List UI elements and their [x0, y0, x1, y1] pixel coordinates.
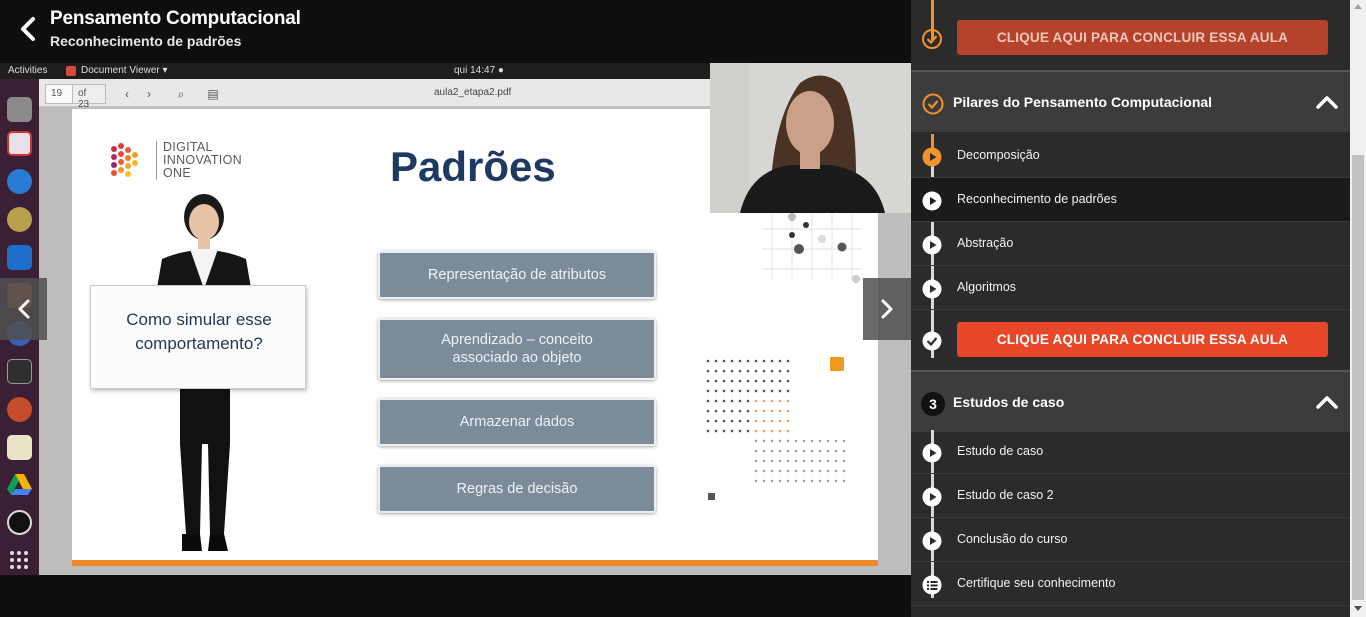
- chevron-up-icon[interactable]: [1315, 394, 1339, 410]
- lesson-label: Estudo de caso 2: [957, 488, 1054, 502]
- prev-page-icon: ‹: [125, 87, 129, 101]
- previous-section-footer: CLIQUE AQUI PARA CONCLUIR ESSA AULA: [911, 0, 1350, 70]
- lesson-label: Decomposição: [957, 148, 1040, 162]
- section-complete-icon: [922, 93, 944, 115]
- section-header-pilares[interactable]: Pilares do Pensamento Computacional: [911, 70, 1350, 132]
- lesson-item-reconhecimento[interactable]: Reconhecimento de padrões: [911, 178, 1350, 222]
- page-number-input: 19: [45, 84, 73, 104]
- drive-icon: [7, 472, 32, 497]
- sign-board: Como simular esse comportamento?: [90, 285, 306, 389]
- play-icon: [922, 235, 942, 255]
- decorative-circles-icon: [762, 209, 862, 283]
- obs-icon: [7, 510, 32, 535]
- logo-text: DIGITAL INNOVATION ONE: [156, 141, 246, 180]
- chevron-right-icon: [881, 299, 893, 319]
- lesson-item-abstracao[interactable]: Abstração: [911, 222, 1350, 266]
- section-header-estudos[interactable]: 3 Estudos de caso: [911, 370, 1350, 432]
- section-number-badge: 3: [921, 392, 945, 416]
- conclude-row: CLIQUE AQUI PARA CONCLUIR ESSA AULA: [911, 310, 1350, 370]
- next-page-icon: ›: [147, 87, 151, 101]
- scroll-up-icon[interactable]: [1354, 4, 1362, 9]
- activities-label: Activities: [8, 65, 48, 76]
- pdf-file-name: aula2_etapa2.pdf: [434, 87, 512, 98]
- sign-text: Como simular esse comportamento?: [126, 310, 272, 353]
- play-icon: [922, 147, 942, 167]
- chevron-left-icon: [18, 299, 30, 319]
- evince-icon: [7, 131, 32, 156]
- section-title: Pilares do Pensamento Computacional: [953, 94, 1213, 110]
- sidebar-scrollbar[interactable]: [1350, 0, 1366, 617]
- slide-footer-bar: [72, 560, 878, 566]
- back-button[interactable]: [14, 14, 44, 44]
- lesson-item-conclusao[interactable]: Conclusão do curso: [911, 518, 1350, 562]
- list-icon: [922, 575, 942, 595]
- sidebar-toggle-icon: ▤: [207, 87, 219, 101]
- conclude-lesson-button[interactable]: CLIQUE AQUI PARA CONCLUIR ESSA AULA: [957, 322, 1328, 357]
- document-viewer-icon: [66, 66, 76, 76]
- page-total-label: of 23: [72, 84, 106, 110]
- pill-representacao: Representação de atributos: [378, 251, 656, 299]
- lesson-item-decomposicao[interactable]: Decomposição: [911, 134, 1350, 178]
- slide-title: Padrões: [390, 143, 556, 190]
- lesson-label: Algoritmos: [957, 280, 1017, 294]
- scrollbar-thumb[interactable]: [1352, 155, 1364, 600]
- section-items-estudos: Estudo de caso Estudo de caso 2 Conclusã…: [911, 430, 1350, 617]
- course-title: Pensamento Computacional: [50, 8, 301, 29]
- pill-armazenar: Armazenar dados: [378, 398, 656, 446]
- next-slide-button[interactable]: [863, 278, 911, 340]
- text-editor-icon: [7, 435, 32, 460]
- pill-regras: Regras de decisão: [378, 465, 656, 513]
- lesson-label: Abstração: [957, 236, 1014, 250]
- webcam-overlay: [710, 63, 911, 213]
- scroll-down-icon[interactable]: [1354, 606, 1362, 611]
- video-frame[interactable]: Activities Document Viewer ▾ qui 14:47 ●: [0, 63, 911, 575]
- completed-check-icon: [922, 29, 942, 49]
- clock-label: qui 14:47 ●: [454, 65, 504, 76]
- section-title: Estudos de caso: [953, 394, 1065, 410]
- section-items-pilares: Decomposição Reconhecimento de padrões A…: [911, 134, 1350, 370]
- pill-aprendizado: Aprendizado – conceito associado ao obje…: [378, 318, 656, 380]
- dio-logo: DIGITAL INNOVATION ONE: [108, 139, 248, 184]
- lesson-label: Conclusão do curso: [957, 532, 1068, 546]
- rhythmbox-icon: [7, 207, 32, 232]
- play-icon: [922, 279, 942, 299]
- play-icon: [922, 487, 942, 507]
- lesson-label: Reconhecimento de padrões: [957, 192, 1117, 206]
- apps-grid-icon: [7, 547, 32, 572]
- play-icon: [922, 191, 942, 211]
- chevron-up-icon[interactable]: [1315, 94, 1339, 110]
- conclude-lesson-button-top[interactable]: CLIQUE AQUI PARA CONCLUIR ESSA AULA: [957, 20, 1328, 55]
- search-icon: ⌕: [177, 87, 185, 101]
- terminal-icon: [7, 359, 32, 384]
- settings-icon: [7, 397, 32, 422]
- lesson-label: Certifique seu conhecimento: [957, 576, 1116, 590]
- chevron-left-icon: [21, 17, 35, 41]
- course-sidebar: CLIQUE AQUI PARA CONCLUIR ESSA AULA Pila…: [911, 0, 1350, 617]
- lesson-item-certifique[interactable]: Certifique seu conhecimento: [911, 562, 1350, 606]
- thunderbird-icon: [7, 169, 32, 194]
- lesson-title: Reconhecimento de padrões: [50, 33, 242, 49]
- video-player: Pensamento Computacional Reconhecimento …: [0, 0, 911, 617]
- files-icon: [7, 97, 32, 122]
- lesson-item-estudo-de-caso-2[interactable]: Estudo de caso 2: [911, 474, 1350, 518]
- lesson-label: Estudo de caso: [957, 444, 1044, 458]
- play-icon: [922, 531, 942, 551]
- presenter-webcam-icon: [710, 63, 911, 213]
- check-icon: [922, 331, 942, 351]
- decorative-dot-pattern-icon: [706, 357, 846, 500]
- app-name-label: Document Viewer ▾: [81, 65, 168, 76]
- previous-slide-button[interactable]: [0, 278, 47, 340]
- lesson-item-algoritmos[interactable]: Algoritmos: [911, 266, 1350, 310]
- dio-logo-icon: [111, 143, 138, 177]
- player-header: Pensamento Computacional Reconhecimento …: [0, 0, 911, 63]
- play-icon: [922, 443, 942, 463]
- lesson-item-estudo-de-caso[interactable]: Estudo de caso: [911, 430, 1350, 474]
- writer-icon: [7, 245, 32, 270]
